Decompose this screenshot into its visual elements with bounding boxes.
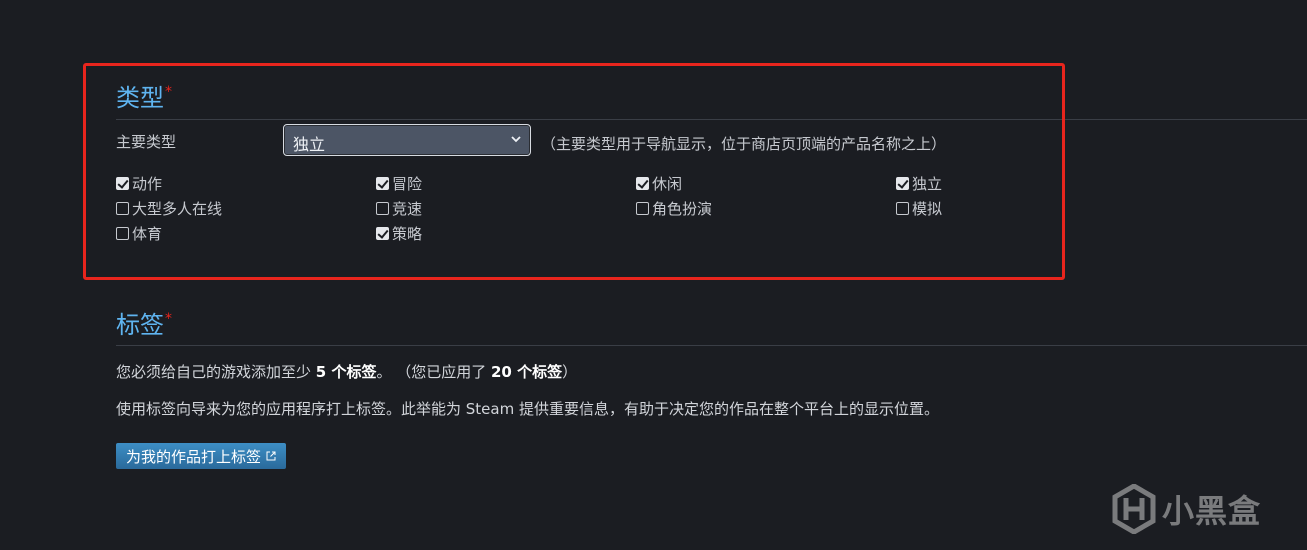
tag-my-product-button[interactable]: 为我的作品打上标签 xyxy=(116,443,287,469)
tags-min-count: 5 个标签 xyxy=(315,363,377,381)
heybox-logo-icon xyxy=(1112,484,1156,534)
tags-requirement-prefix: 您必须给自己的游戏添加至少 xyxy=(116,363,316,381)
tags-wizard-description: 使用标签向导来为您的应用程序打上标签。此举能为 Steam 提供重要信息，有助于… xyxy=(116,400,939,418)
store-settings-page: 类型* 主要类型 独立 （主要类型用于导航显示，位于商店页顶端的产品名称之上） … xyxy=(0,0,1307,550)
tag-button-label: 为我的作品打上标签 xyxy=(126,447,262,466)
watermark-text: 小黑盒 xyxy=(1162,492,1262,530)
tags-requirement-mid: 。 （您已应用了 xyxy=(376,363,491,381)
tags-applied-count: 20 个标签 xyxy=(491,363,563,381)
tags-section-title: 标签* xyxy=(116,311,172,339)
tags-required-star: * xyxy=(165,311,172,327)
external-link-icon xyxy=(266,451,276,461)
tags-requirement-text: 您必须给自己的游戏添加至少 5 个标签。 （您已应用了 20 个标签） xyxy=(116,361,577,382)
tags-requirement-suffix: ） xyxy=(562,363,578,381)
highlight-annotation-box xyxy=(83,63,1065,280)
tags-divider xyxy=(116,345,1307,346)
heybox-watermark: 小黑盒 xyxy=(1112,484,1261,534)
tags-title-text: 标签 xyxy=(116,311,164,339)
